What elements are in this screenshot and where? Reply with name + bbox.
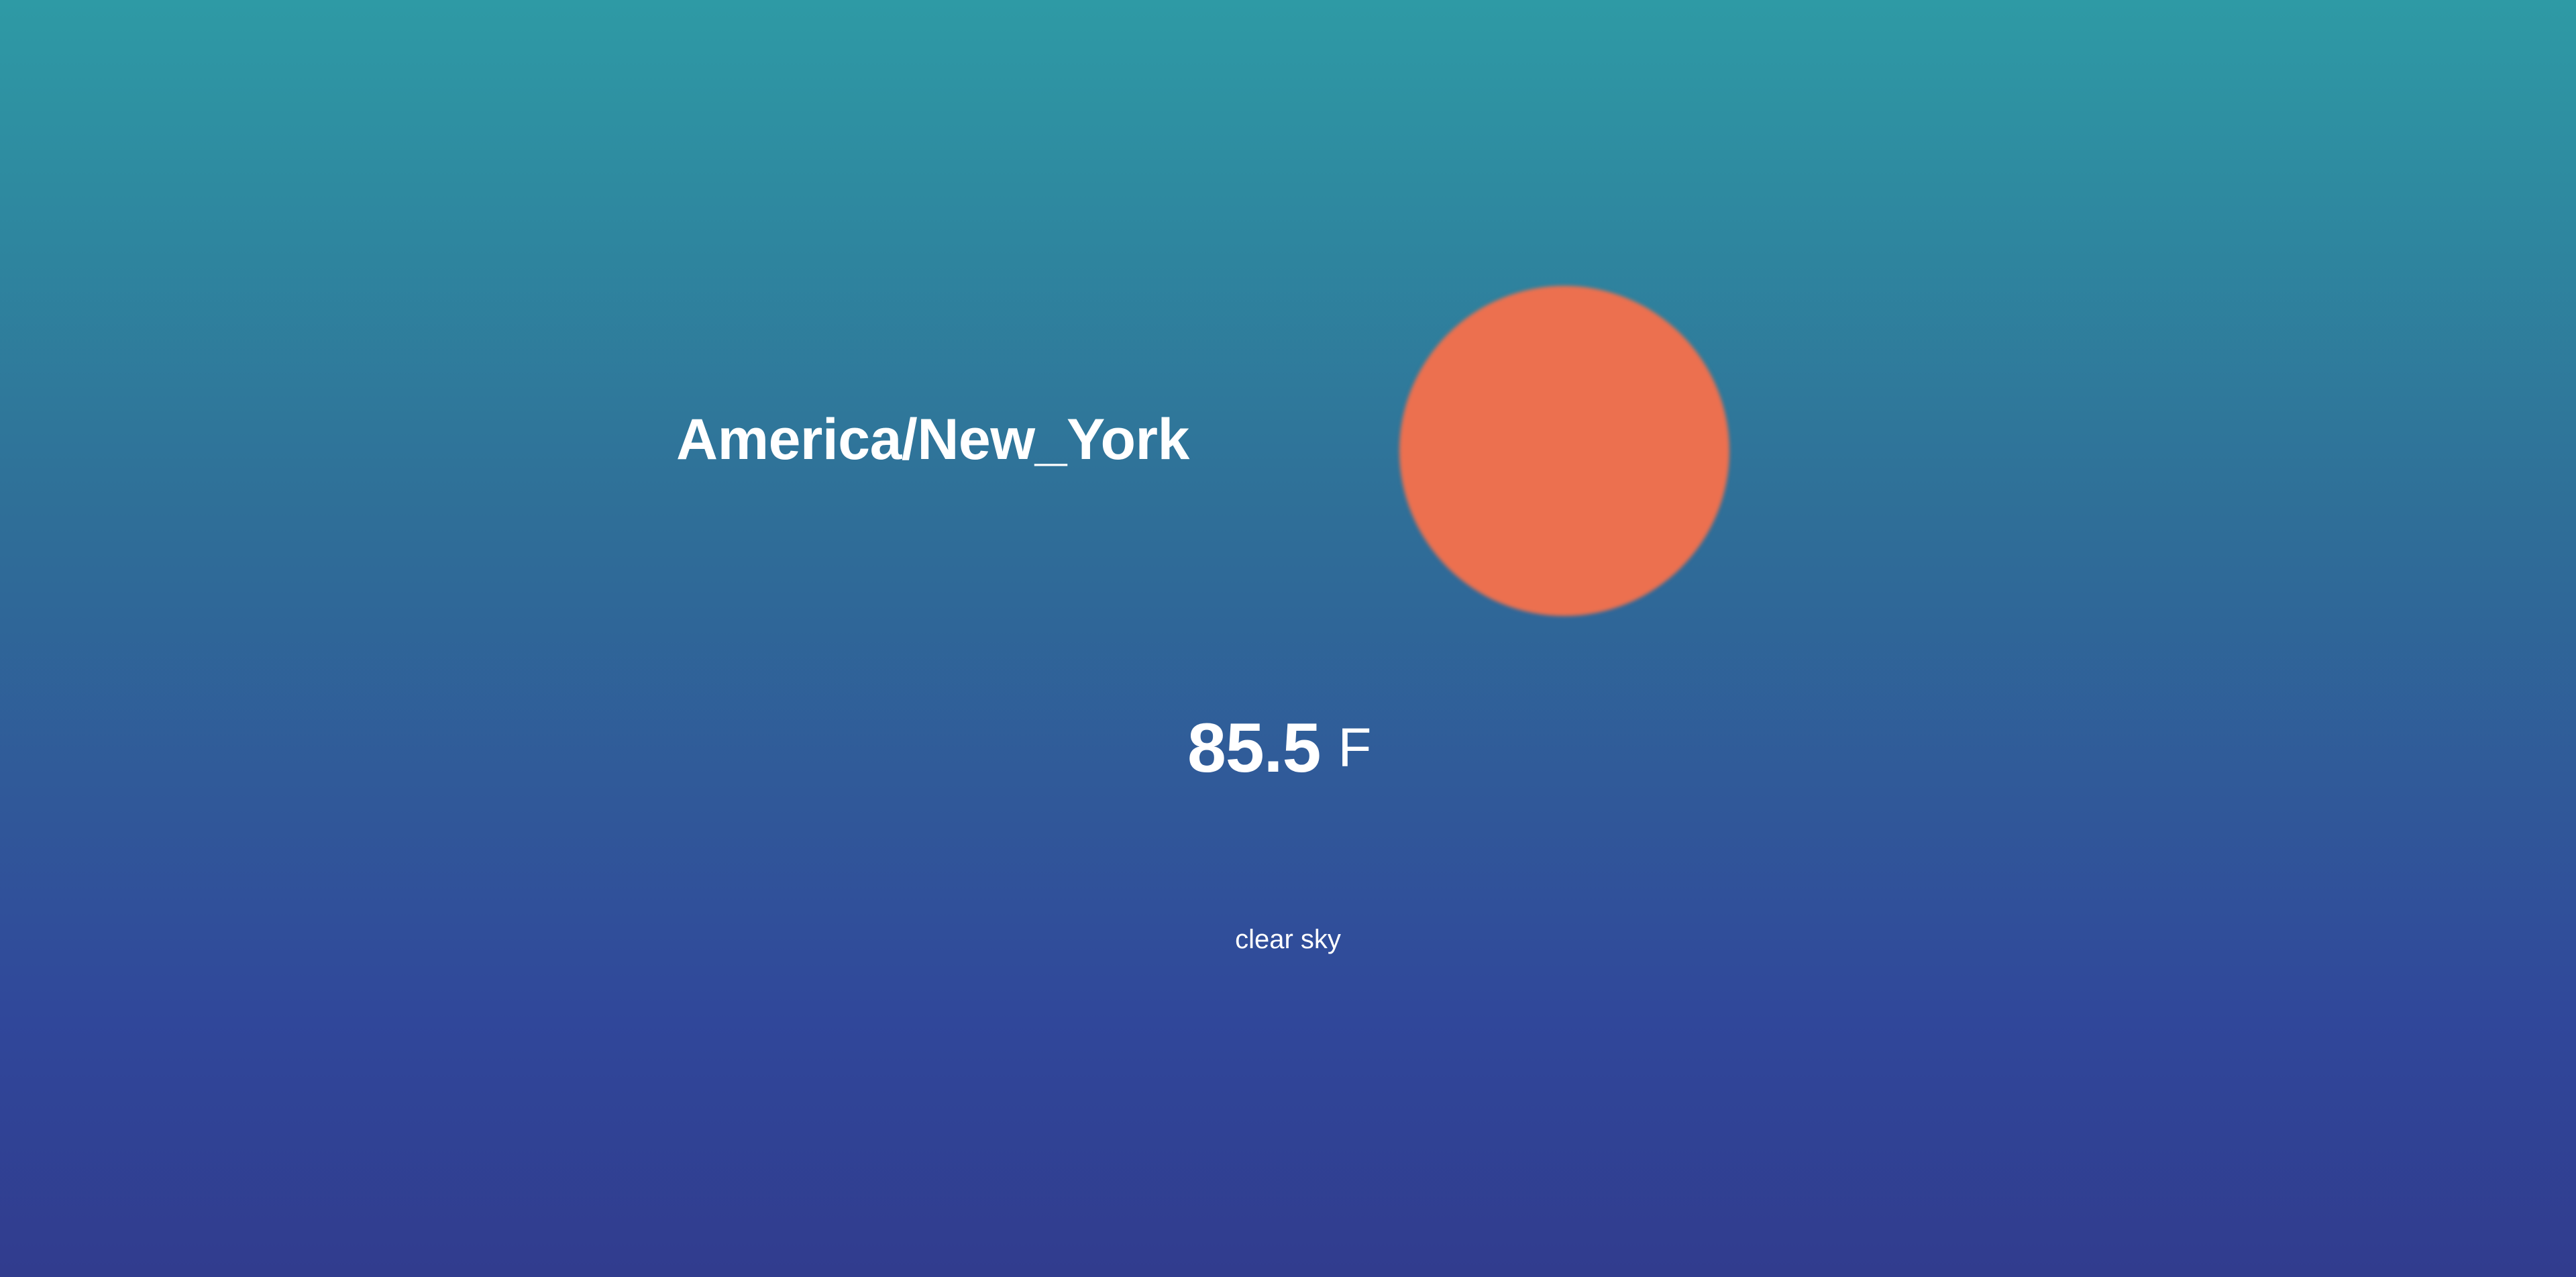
sun-icon <box>1399 286 1729 616</box>
weather-page: { "location": { "timezone": "America/New… <box>0 0 2576 1277</box>
temperature-value: 85.5 <box>1187 709 1321 787</box>
location-timezone: America/New_York <box>676 407 1189 472</box>
weather-description: clear sky <box>1235 925 1341 954</box>
temperature-unit: F <box>1338 717 1372 778</box>
temperature-display: 85.5 F <box>1187 711 1372 785</box>
